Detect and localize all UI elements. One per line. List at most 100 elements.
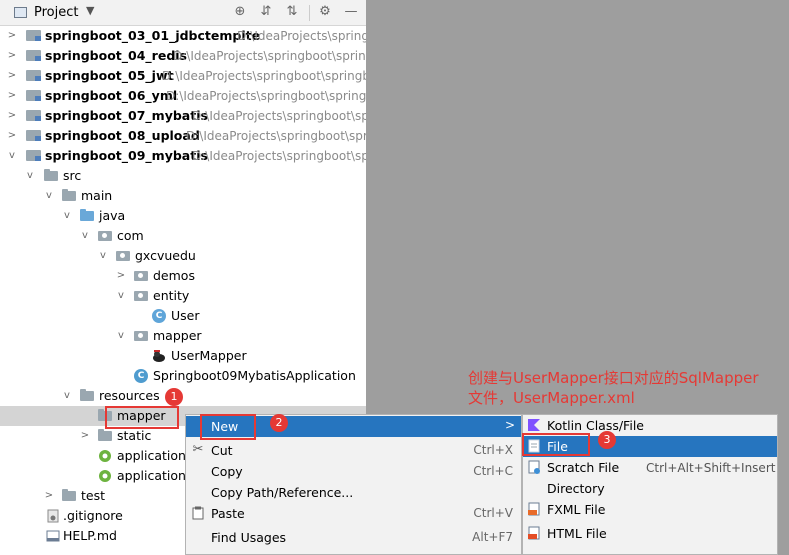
tree-label: gxcvuedu xyxy=(135,248,196,263)
tree-row-module[interactable]: > springboot_07_mybatis D:\IdeaProjects\… xyxy=(0,106,366,126)
annotation-badge: 2 xyxy=(270,414,288,432)
tree-row-demos[interactable]: > demos xyxy=(0,266,366,286)
chevron-down-icon[interactable]: v xyxy=(6,146,18,166)
tree-row-gxcvuedu[interactable]: v gxcvuedu xyxy=(0,246,366,266)
chevron-down-icon[interactable]: ▼ xyxy=(86,4,94,17)
source-folder-icon xyxy=(80,209,94,221)
annotation-note: 创建与UserMapper接口对应的SqlMapper 文件，UserMappe… xyxy=(468,368,784,408)
chevron-down-icon[interactable]: v xyxy=(97,246,109,266)
tree-row-module[interactable]: > springboot_05_jwt D:\IdeaProjects\spri… xyxy=(0,66,366,86)
spring-config-icon xyxy=(99,450,111,462)
module-name: springboot_06_yml xyxy=(45,88,178,103)
project-toolbar: Project ▼ ⊕ ⇵ ⇅ ⚙ — xyxy=(0,0,366,26)
chevron-right-icon[interactable]: > xyxy=(6,106,18,126)
tree-row-entity[interactable]: v entity xyxy=(0,286,366,306)
submenu-item-label: HTML File xyxy=(547,526,607,541)
chevron-down-icon[interactable]: v xyxy=(43,186,55,206)
chevron-right-icon[interactable]: > xyxy=(79,426,91,446)
html-icon xyxy=(528,526,540,540)
spring-config-icon xyxy=(99,470,111,482)
module-path: D:\IdeaProjects\springboot\springboot_04… xyxy=(173,49,366,63)
tree-row-mapper-package[interactable]: v mapper xyxy=(0,326,366,346)
module-path: D:\IdeaProjects\springboot\springboot_06… xyxy=(166,89,366,103)
module-path: D:\IdeaProjects\springboot\springboot_09… xyxy=(192,149,366,163)
module-path: D:\IdeaProjects\springboot\springboot_08… xyxy=(186,129,366,143)
tree-row-com[interactable]: v com xyxy=(0,226,366,246)
tree-label: test xyxy=(81,488,106,503)
tree-row-java[interactable]: v java xyxy=(0,206,366,226)
menu-item-paste[interactable]: Paste Ctrl+V xyxy=(186,503,521,524)
menu-item-shortcut: Ctrl+V xyxy=(473,506,513,520)
chevron-right-icon[interactable]: > xyxy=(6,26,18,46)
markdown-file-icon xyxy=(46,530,60,542)
minimize-icon[interactable]: — xyxy=(343,4,359,20)
tree-label: main xyxy=(81,188,113,203)
annotation-badge: 1 xyxy=(165,388,183,406)
chevron-down-icon[interactable]: v xyxy=(79,226,91,246)
tree-row-main[interactable]: v main xyxy=(0,186,366,206)
tree-label: com xyxy=(117,228,144,243)
module-name: springboot_09_mybatis xyxy=(45,148,208,163)
tree-row-module[interactable]: v springboot_09_mybatis D:\IdeaProjects\… xyxy=(0,146,366,166)
chevron-right-icon[interactable]: > xyxy=(6,86,18,106)
tree-row-module[interactable]: > springboot_03_01_jdbctemplte D:\IdeaPr… xyxy=(0,26,366,46)
chevron-down-icon[interactable]: v xyxy=(115,286,127,306)
tree-row-module[interactable]: > springboot_06_yml D:\IdeaProjects\spri… xyxy=(0,86,366,106)
annotation-box-file xyxy=(522,433,590,456)
tree-row-user[interactable]: C User xyxy=(0,306,366,326)
tree-label: Springboot09MybatisApplication xyxy=(153,368,356,383)
menu-item-label: Copy xyxy=(211,464,243,479)
submenu-arrow-icon: > xyxy=(504,418,515,432)
package-icon xyxy=(134,291,148,301)
module-folder-icon xyxy=(26,110,41,121)
chevron-down-icon[interactable]: v xyxy=(61,206,73,226)
locate-icon[interactable]: ⊕ xyxy=(232,4,248,20)
menu-item-find-usages[interactable]: Find Usages Alt+F7 xyxy=(186,527,521,548)
tree-row-module[interactable]: > springboot_04_redis D:\IdeaProjects\sp… xyxy=(0,46,366,66)
tree-label: mapper xyxy=(153,328,202,343)
annotation-box-mapper xyxy=(105,406,179,429)
menu-item-copy-path[interactable]: Copy Path/Reference... xyxy=(186,482,521,503)
kotlin-icon xyxy=(528,419,540,431)
project-view-title[interactable]: Project xyxy=(34,5,78,20)
menu-item-label: Find Usages xyxy=(211,530,287,545)
chevron-right-icon[interactable]: > xyxy=(115,266,127,286)
chevron-right-icon[interactable]: > xyxy=(43,486,55,506)
tree-row-module[interactable]: > springboot_08_upload D:\IdeaProjects\s… xyxy=(0,126,366,146)
submenu-item-label: Directory xyxy=(547,481,605,496)
collapse-all-icon[interactable]: ⇅ xyxy=(284,4,300,20)
module-name: springboot_07_mybatis xyxy=(45,108,208,123)
submenu-item-directory[interactable]: Directory xyxy=(523,478,777,499)
toolbar-divider xyxy=(309,5,310,21)
tree-row-application-class[interactable]: C Springboot09MybatisApplication xyxy=(0,366,366,386)
package-icon xyxy=(116,251,130,261)
chevron-right-icon[interactable]: > xyxy=(6,126,18,146)
menu-item-copy[interactable]: Copy Ctrl+C xyxy=(186,461,521,482)
tree-row-resources[interactable]: v resources xyxy=(0,386,366,406)
annotation-badge: 3 xyxy=(598,431,616,449)
submenu-item-shortcut: Ctrl+Alt+Shift+Insert xyxy=(646,461,776,475)
expand-all-icon[interactable]: ⇵ xyxy=(258,4,274,20)
module-folder-icon xyxy=(26,30,41,41)
submenu-item-label: Kotlin Class/File xyxy=(547,418,644,433)
tree-label: User xyxy=(171,308,200,323)
chevron-down-icon[interactable]: v xyxy=(61,386,73,406)
menu-item-cut[interactable]: ✂ Cut Ctrl+X xyxy=(186,440,521,461)
tree-row-usermapper[interactable]: UserMapper xyxy=(0,346,366,366)
chevron-right-icon[interactable]: > xyxy=(6,66,18,86)
submenu-item-scratch-file[interactable]: Scratch File Ctrl+Alt+Shift+Insert xyxy=(523,457,777,478)
package-icon xyxy=(98,231,112,241)
tree-row-src[interactable]: v src xyxy=(0,166,366,186)
module-name: springboot_05_jwt xyxy=(45,68,174,83)
submenu-item-html[interactable]: HTML File xyxy=(523,523,777,544)
tree-label: entity xyxy=(153,288,190,303)
chevron-right-icon[interactable]: > xyxy=(6,46,18,66)
chevron-down-icon[interactable]: v xyxy=(24,166,36,186)
gear-icon[interactable]: ⚙ xyxy=(317,4,333,20)
annotation-box-new xyxy=(200,414,256,440)
module-folder-icon xyxy=(26,150,41,161)
tree-label: java xyxy=(99,208,126,223)
chevron-down-icon[interactable]: v xyxy=(115,326,127,346)
submenu-item-fxml[interactable]: FXML File xyxy=(523,499,777,520)
module-name: springboot_04_redis xyxy=(45,48,187,63)
